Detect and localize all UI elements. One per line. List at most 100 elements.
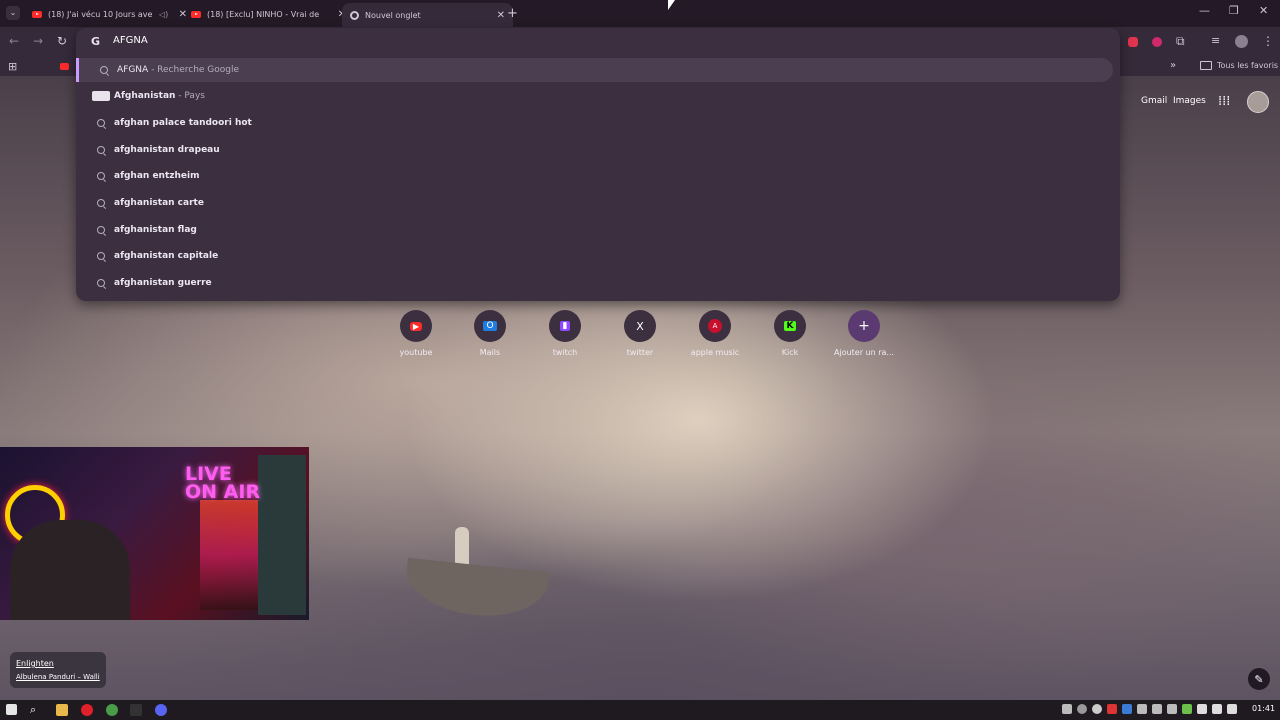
tab-video-2[interactable]: (18) [Exclu] NINHO - Vrai de vrai ✕ — [183, 3, 354, 25]
gmail-link[interactable]: Gmail — [1141, 96, 1167, 106]
all-bookmarks-folder[interactable]: Tous les favoris — [1200, 61, 1278, 70]
tray-icon[interactable] — [1077, 704, 1087, 714]
suggestion-text: afghan palace tandoori hot — [114, 118, 252, 128]
restore-button[interactable]: ❐ — [1229, 4, 1239, 17]
tray-icon[interactable] — [1092, 704, 1102, 714]
youtube-icon — [32, 10, 42, 18]
reload-button[interactable]: ↻ — [57, 34, 67, 48]
file-explorer-icon[interactable] — [56, 704, 68, 716]
suggestion-text: afghanistan carte — [114, 198, 204, 208]
customize-pencil-icon[interactable]: ✎ — [1248, 668, 1270, 690]
suggestion-item[interactable]: afghanistan guerre — [76, 271, 1110, 295]
mouse-cursor-icon — [668, 0, 675, 10]
network-icon[interactable] — [1212, 704, 1222, 714]
youtube-icon: ▶ — [400, 310, 432, 342]
extension-icon[interactable] — [1128, 37, 1138, 47]
suggestion-item[interactable]: afghanistan flag — [76, 218, 1110, 242]
images-link[interactable]: Images — [1173, 96, 1206, 106]
google-account-avatar[interactable] — [1247, 91, 1269, 113]
tray-icon[interactable] — [1182, 704, 1192, 714]
terminal-icon[interactable] — [130, 704, 142, 716]
suggestion-text: Afghanistan — [114, 91, 176, 101]
streamer-figure — [10, 520, 130, 620]
shortcut-label: apple music — [690, 348, 740, 357]
suggestion-text: AFGNA — [117, 65, 149, 75]
extension-shield-icon[interactable] — [1152, 37, 1162, 47]
shortcut-label: Kick — [781, 348, 799, 357]
shortcut-label: twitch — [552, 348, 578, 357]
tab-title: (18) [Exclu] NINHO - Vrai de vrai — [207, 9, 319, 19]
suggestion-text: afghanistan capitale — [114, 251, 219, 261]
tab-new-tab[interactable]: Nouvel onglet ✕ — [342, 3, 513, 27]
close-window-button[interactable]: ✕ — [1259, 4, 1268, 17]
suggestion-item[interactable]: afghan entzheim — [76, 164, 1110, 188]
bookmarks-overflow-icon[interactable]: » — [1170, 60, 1176, 71]
media-control-icon[interactable]: ≡ — [1211, 34, 1220, 47]
suggestion-item[interactable]: AFGNA - Recherche Google — [76, 58, 1113, 82]
taskbar-search-icon[interactable]: ⌕ — [30, 703, 36, 717]
shortcut-mails[interactable]: O Mails — [455, 310, 525, 357]
forward-button[interactable]: → — [33, 34, 43, 48]
suggestion-text: afghan entzheim — [114, 171, 200, 181]
shortcut-twitter[interactable]: X twitter — [605, 310, 675, 357]
extensions-puzzle-icon[interactable]: ⧉ — [1176, 34, 1185, 49]
opera-icon[interactable] — [81, 704, 93, 716]
live-on-air-sign: LIVE ON AIR — [185, 463, 261, 503]
shortcut-label: twitter — [626, 348, 654, 357]
taskbar-clock[interactable]: 01:41 — [1252, 704, 1275, 713]
speaker-icon: ◁) — [159, 9, 169, 19]
address-bar-input[interactable] — [113, 35, 713, 46]
tray-icon[interactable] — [1062, 704, 1072, 714]
close-tab-icon[interactable]: ✕ — [497, 10, 505, 21]
google-apps-icon[interactable]: ⁞⁞⁞ — [1218, 94, 1230, 109]
apps-grid-icon[interactable]: ⊞ — [8, 60, 17, 73]
suggestion-item[interactable]: afghanistan drapeau — [76, 138, 1110, 162]
bluetooth-icon[interactable] — [1122, 704, 1132, 714]
suggestion-text: afghanistan guerre — [114, 278, 212, 288]
youtube-icon — [191, 10, 201, 18]
suggestion-item[interactable]: afghan palace tandoori hot — [76, 111, 1110, 135]
suggestion-item[interactable]: Afghanistan - Pays — [76, 84, 1110, 108]
track-title[interactable]: Enlighten — [16, 659, 54, 668]
search-icon — [97, 199, 105, 207]
suggestion-item[interactable]: afghanistan capitale — [76, 244, 1110, 268]
shortcut-twitch[interactable]: ▮ twitch — [530, 310, 600, 357]
tray-icon[interactable] — [1107, 704, 1117, 714]
tab-video-1[interactable]: (18) J'ai vécu 10 Jours avec ◁) ✕ — [24, 3, 195, 25]
tab-title: (18) J'ai vécu 10 Jours avec — [48, 9, 153, 19]
search-icon — [97, 279, 105, 287]
tab-title: Nouvel onglet — [365, 10, 421, 20]
search-icon — [100, 66, 108, 74]
volume-icon[interactable] — [1197, 704, 1207, 714]
shortcut-add[interactable]: + Ajouter un ra... — [829, 310, 899, 357]
tab-search-button[interactable]: ⌄ — [6, 6, 20, 20]
new-tab-button[interactable]: + — [507, 6, 518, 21]
shortcut-label: Ajouter un ra... — [833, 348, 895, 357]
back-button[interactable]: ← — [9, 34, 19, 48]
tray-icon[interactable] — [1152, 704, 1162, 714]
suggestion-detail: - Pays — [175, 91, 205, 101]
profile-avatar[interactable] — [1235, 35, 1248, 48]
tray-icon[interactable] — [1167, 704, 1177, 714]
menu-kebab-icon[interactable]: ⋮ — [1262, 34, 1274, 48]
windows-start-icon[interactable] — [6, 704, 17, 715]
discord-icon[interactable] — [155, 704, 167, 716]
suggestion-item[interactable]: afghanistan carte — [76, 191, 1110, 215]
twitch-icon: ▮ — [549, 310, 581, 342]
tray-icon[interactable] — [1227, 704, 1237, 714]
now-playing-widget[interactable]: Enlighten Albulena Panduri – Walli — [10, 652, 106, 688]
shortcut-kick[interactable]: K Kick — [755, 310, 825, 357]
minimize-button[interactable]: — — [1199, 4, 1210, 17]
folder-icon — [1200, 61, 1212, 70]
shortcut-youtube[interactable]: ▶ youtube — [381, 310, 451, 357]
search-icon — [97, 119, 105, 127]
track-artist[interactable]: Albulena Panduri – Walli — [16, 673, 100, 681]
suggestion-detail: - Recherche Google — [148, 65, 240, 75]
tray-icon[interactable] — [1137, 704, 1147, 714]
chrome-taskbar-icon[interactable] — [106, 704, 118, 716]
shortcut-apple-music[interactable]: A apple music — [680, 310, 750, 357]
plus-icon: + — [848, 310, 880, 342]
chrome-icon — [350, 10, 359, 20]
youtube-bookmark-icon[interactable] — [60, 63, 69, 70]
background-boat — [402, 557, 550, 623]
